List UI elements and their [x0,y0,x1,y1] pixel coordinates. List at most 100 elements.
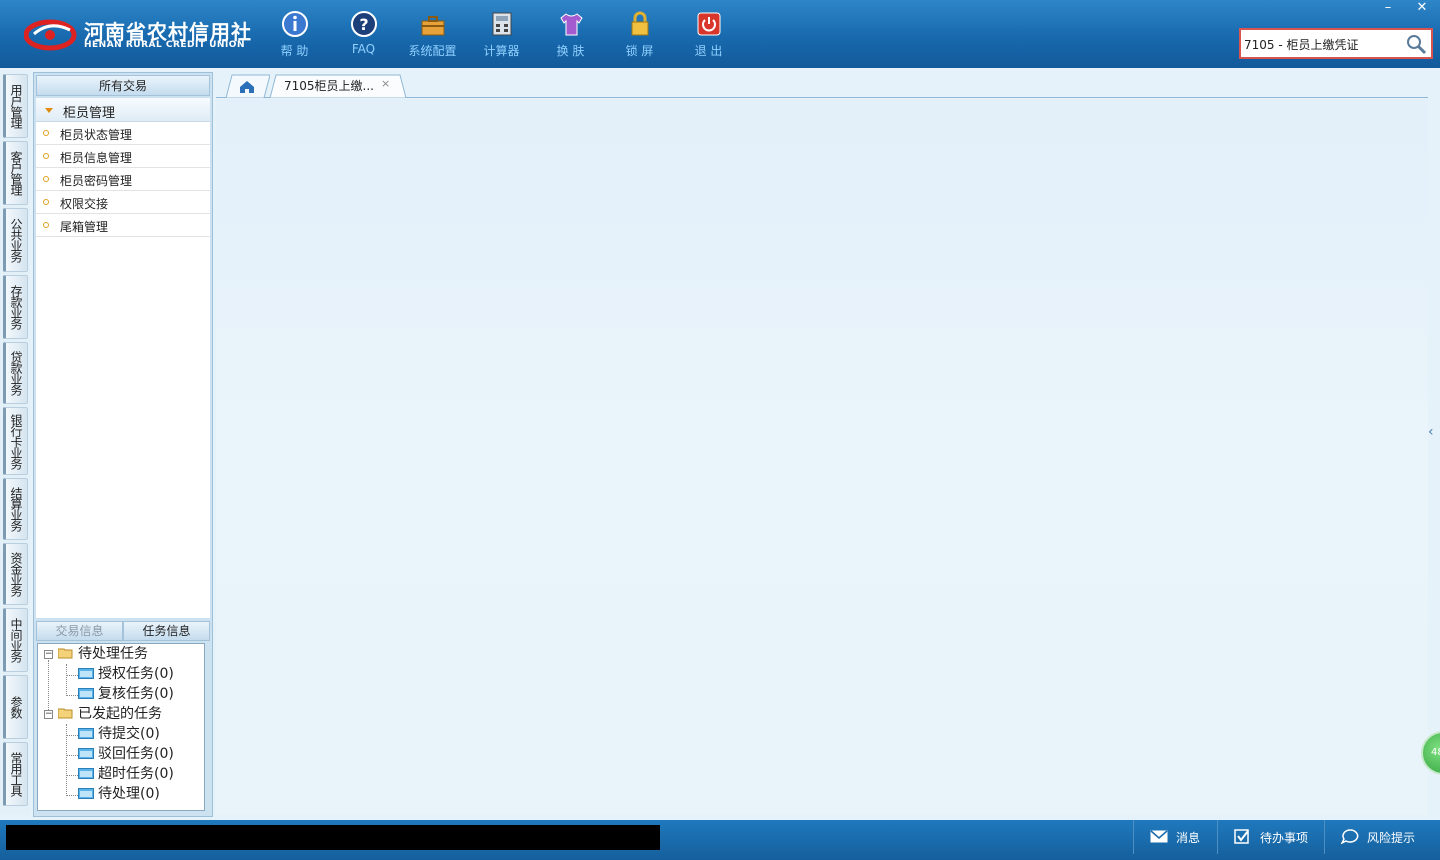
bullet-icon [43,153,49,159]
exit-button[interactable]: 退 出 [674,6,743,62]
bullet-icon [43,176,49,182]
power-icon [697,12,720,36]
tab-label: 7105柜员上缴... [284,79,374,93]
question-icon: ? [350,11,377,37]
transaction-menu: 柜员管理 柜员状态管理 柜员信息管理 柜员密码管理 权限交接 尾箱管理 [36,98,210,618]
tab-7105[interactable]: 7105柜员上缴... × [268,74,408,98]
expand-right-panel-icon[interactable]: ‹ [1428,424,1438,464]
tree-node-to-process[interactable]: 待处理(0) [78,784,160,804]
tree-node-label: 复核任务(0) [98,686,174,702]
tree-node-review-tasks[interactable]: 复核任务(0) [78,684,174,704]
skin-button[interactable]: 换 肤 [536,6,605,62]
folder-icon [78,728,94,739]
lock-icon [631,11,648,36]
side-tab-bank-card-business[interactable]: 银行卡业务 [3,407,28,475]
side-tab-label: 资金业务 [9,552,23,596]
side-tab-common-tools[interactable]: 常用工具 [3,742,28,806]
menu-item-teller-password[interactable]: 柜员密码管理 [36,168,210,191]
menu-item-teller-status[interactable]: 柜员状态管理 [36,122,210,145]
exit-label: 退 出 [694,44,723,58]
todo-button[interactable]: 待办事项 [1217,820,1324,854]
system-config-label: 系统配置 [408,44,457,58]
menu-item-tail-box[interactable]: 尾箱管理 [36,214,210,237]
tab-transaction-info[interactable]: 交易信息 [36,621,123,641]
side-tab-parameters[interactable]: 参数 [3,675,28,739]
side-tab-label: 参数 [9,696,23,718]
tree-node-timeout-tasks[interactable]: 超时任务(0) [78,764,174,784]
calculator-label: 计算器 [483,44,520,58]
faq-button[interactable]: ? FAQ [329,6,398,62]
side-tab-deposit-business[interactable]: 存款业务 [3,275,28,339]
tree-node-initiated-tasks[interactable]: 已发起的任务 [58,704,162,724]
minimize-button[interactable]: – [1372,0,1404,18]
side-tab-label: 公共业务 [9,218,23,262]
tree-line [66,664,67,696]
skin-label: 换 肤 [556,44,585,58]
folder-icon [78,668,94,679]
collapse-toggle[interactable]: − [44,710,53,719]
folder-icon [78,688,94,699]
tree-node-rejected-tasks[interactable]: 驳回任务(0) [78,744,174,764]
lock-screen-button[interactable]: 锁 屏 [605,6,674,62]
menu-item-label: 尾箱管理 [60,220,109,234]
risk-alert-button[interactable]: 风险提示 [1324,820,1440,854]
messages-button[interactable]: 消息 [1133,820,1217,854]
tab-home[interactable] [218,74,270,98]
search-icon[interactable] [1405,33,1427,55]
close-window-button[interactable]: ✕ [1406,0,1438,18]
side-tab-loan-business[interactable]: 贷款业务 [3,342,28,404]
brand-logo: 河南省农村信用社 HENAN RURAL CREDIT UNION [24,14,251,56]
help-label: 帮 助 [280,44,309,58]
tree-line [66,695,78,696]
side-tab-settlement-business[interactable]: 结算业务 [3,478,28,540]
side-tab-public-business[interactable]: 公共业务 [3,208,28,272]
svg-text:?: ? [359,15,368,34]
tree-node-label: 驳回任务(0) [98,746,174,762]
open-folder-icon [58,648,73,659]
side-tab-intermediary-business[interactable]: 中间业务 [3,608,28,672]
tree-node-pending-tasks[interactable]: 待处理任务 [58,644,148,664]
tree-line [66,795,78,796]
tab-close-icon[interactable]: × [381,77,390,90]
app-header: 河南省农村信用社 HENAN RURAL CREDIT UNION 帮 助 ? … [0,0,1440,68]
menu-item-label: 权限交接 [60,197,109,211]
system-config-button[interactable]: 系统配置 [398,6,467,62]
menu-item-teller-info[interactable]: 柜员信息管理 [36,145,210,168]
faq-label: FAQ [351,42,376,56]
bullet-icon [43,130,49,136]
open-folder-icon [58,708,73,719]
menu-item-permission-handover[interactable]: 权限交接 [36,191,210,214]
menu-group-teller-management[interactable]: 柜员管理 [36,98,210,122]
side-tab-label: 客户管理 [9,151,23,195]
tree-node-label: 超时任务(0) [98,766,174,782]
brand-name-en: HENAN RURAL CREDIT UNION [84,40,245,50]
task-panel-tabs: 交易信息 任务信息 [36,621,210,641]
tree-node-authorization-tasks[interactable]: 授权任务(0) [78,664,174,684]
side-tab-fund-business[interactable]: 资金业务 [3,543,28,605]
tree-node-label: 待处理任务 [78,646,148,662]
tab-task-info[interactable]: 任务信息 [123,621,210,641]
info-icon [281,11,308,37]
tree-line [48,660,49,716]
menu-item-label: 柜员状态管理 [60,128,133,142]
workspace-area [216,99,1428,815]
side-tab-user-management[interactable]: 用户管理 [3,74,28,138]
tree-node-to-submit[interactable]: 待提交(0) [78,724,160,744]
tree-node-label: 待提交(0) [98,726,160,742]
task-tree: − 待处理任务 授权任务(0) 复核任务(0) − 已发起的任务 待提交(0) … [37,643,205,811]
collapse-toggle[interactable]: − [44,650,53,659]
calculator-button[interactable]: 计算器 [467,6,536,62]
toolbox-icon [421,16,444,36]
search-input[interactable] [1244,35,1404,53]
module-side-tabs: 用户管理 客户管理 公共业务 存款业务 贷款业务 银行卡业务 结算业务 资金业务… [0,70,30,815]
menu-group-label: 柜员管理 [63,106,116,121]
folder-icon [78,748,94,759]
side-tab-customer-management[interactable]: 客户管理 [3,141,28,205]
help-button[interactable]: 帮 助 [260,6,329,62]
calculator-icon [492,12,511,36]
tree-node-label: 授权任务(0) [98,666,174,682]
side-tab-label: 银行卡业务 [9,413,23,469]
side-tab-label: 中间业务 [9,618,23,662]
transaction-panel: 所有交易 柜员管理 柜员状态管理 柜员信息管理 柜员密码管理 权限交接 尾箱管理… [33,72,213,817]
bullet-icon [43,199,49,205]
